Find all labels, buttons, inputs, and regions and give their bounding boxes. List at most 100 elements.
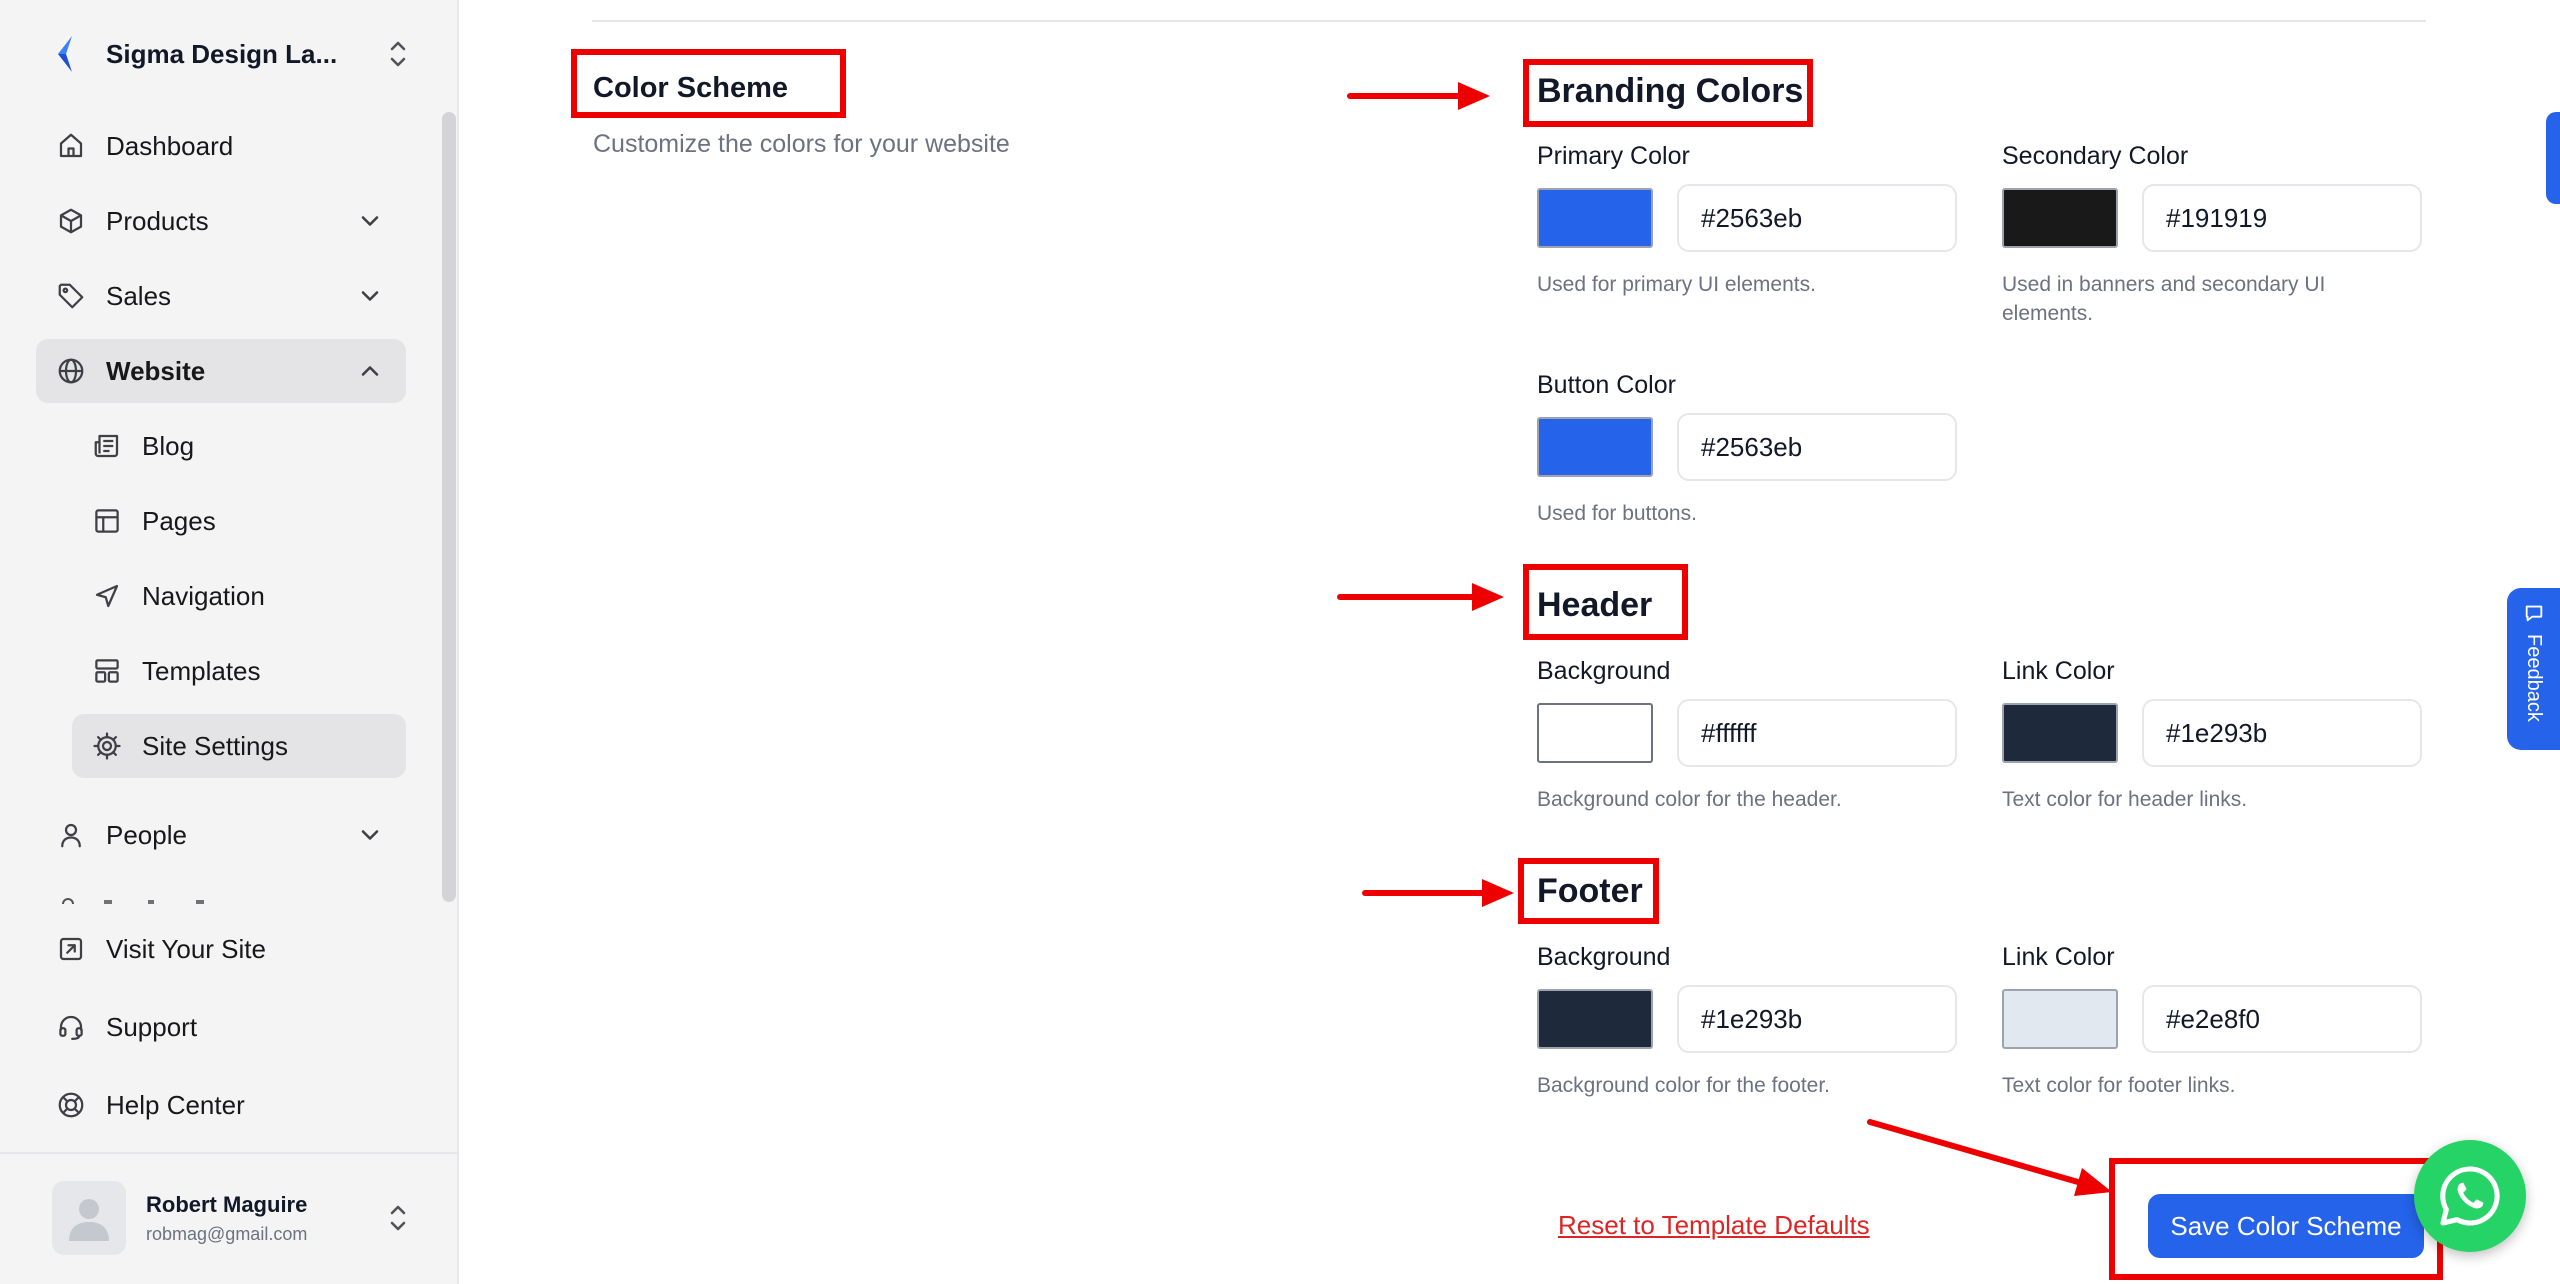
sidebar-item-label: Site Settings <box>142 730 288 761</box>
field-help: Background color for the footer. <box>1537 1074 1831 1097</box>
sidebar-item-help-center[interactable]: Help Center <box>36 1073 406 1137</box>
save-color-scheme-button[interactable]: Save Color Scheme <box>2148 1194 2424 1258</box>
avatar <box>52 1181 126 1255</box>
user-avatar-icon <box>69 1199 109 1241</box>
secondary-color-input[interactable] <box>2142 184 2422 252</box>
field-help: Used for buttons. <box>1537 502 1697 525</box>
section-title: Color Scheme <box>593 72 788 104</box>
sidebar-item-sales[interactable]: Sales <box>36 264 406 328</box>
field-help: Used for primary UI elements. <box>1537 273 1816 296</box>
sidebar-scrollbar[interactable] <box>442 112 456 902</box>
sidebar-item-pages[interactable]: Pages <box>72 489 406 553</box>
header-link-swatch[interactable] <box>2002 703 2118 763</box>
globe-icon <box>58 358 84 384</box>
box-icon <box>59 208 83 234</box>
sidebar-item-label: Support <box>106 1011 198 1042</box>
primary-color-input[interactable] <box>1677 184 1957 252</box>
feedback-label: Feedback <box>2523 634 2545 722</box>
button-color-swatch[interactable] <box>1537 417 1653 477</box>
chevron-up-down-icon <box>390 41 406 67</box>
chevron-down-icon <box>361 830 379 840</box>
newspaper-icon <box>94 434 119 458</box>
header-background-input[interactable] <box>1677 699 1957 767</box>
field-label: Background <box>1537 943 1671 971</box>
sidebar-item-label: Products <box>106 205 209 236</box>
sidebar-item-navigation[interactable]: Navigation <box>72 564 406 628</box>
field-label: Secondary Color <box>2002 142 2189 170</box>
sidebar-item-label: Dashboard <box>106 130 234 161</box>
chat-bubble-icon <box>2525 605 2542 622</box>
lifebuoy-icon <box>58 1092 84 1118</box>
sidebar-item-site-settings[interactable]: Site Settings <box>72 714 406 778</box>
gear-icon <box>93 732 121 760</box>
secondary-color-swatch[interactable] <box>2002 188 2118 248</box>
sidebar-item-visit-site[interactable]: Visit Your Site <box>36 917 406 981</box>
edge-tab[interactable] <box>2546 112 2560 204</box>
field-help: Text color for footer links. <box>2002 1074 2236 1097</box>
footer-link-input[interactable] <box>2142 985 2422 1053</box>
footer-background-field: Background Background color for the foot… <box>1537 943 1957 1100</box>
headset-icon <box>59 1015 83 1040</box>
whatsapp-icon <box>2440 1166 2500 1226</box>
sidebar-item-label: Pages <box>142 505 216 536</box>
field-label: Primary Color <box>1537 142 1690 170</box>
reset-defaults-link[interactable]: Reset to Template Defaults <box>1558 1210 1870 1241</box>
template-icon <box>95 659 119 683</box>
header-link-input[interactable] <box>2142 699 2422 767</box>
brand-logo-icon <box>58 36 72 72</box>
chevron-up-down-icon <box>390 1205 406 1231</box>
sidebar-item-label: Sales <box>106 280 172 311</box>
org-name: Sigma Design La... <box>106 38 338 69</box>
sidebar-item-products[interactable]: Products <box>36 189 406 253</box>
sidebar-item-partial <box>56 890 256 904</box>
chevron-up-icon <box>361 366 379 376</box>
sidebar-item-blog[interactable]: Blog <box>72 414 406 478</box>
field-label: Button Color <box>1537 371 1676 399</box>
header-title: Header <box>1537 586 1653 624</box>
primary-color-swatch[interactable] <box>1537 188 1653 248</box>
field-help: Background color for the header. <box>1537 788 1842 811</box>
sidebar-item-people[interactable]: People <box>36 803 406 867</box>
header-background-swatch[interactable] <box>1537 703 1653 763</box>
footer-background-input[interactable] <box>1677 985 1957 1053</box>
sidebar-item-label: Blog <box>142 430 195 461</box>
footer-background-swatch[interactable] <box>1537 989 1653 1049</box>
sidebar-item-templates[interactable]: Templates <box>72 639 406 703</box>
sidebar-item-label: Visit Your Site <box>106 933 266 964</box>
sidebar-item-website[interactable]: Website <box>36 339 406 403</box>
sidebar-item-support[interactable]: Support <box>36 995 406 1059</box>
primary-color-field: Primary Color Used for primary UI elemen… <box>1537 142 1957 299</box>
external-link-icon <box>59 937 83 961</box>
chevron-down-icon <box>361 291 379 301</box>
home-icon <box>59 133 83 158</box>
sidebar-item-label: Templates <box>142 655 261 686</box>
header-background-field: Background Background color for the head… <box>1537 657 1957 814</box>
field-label: Link Color <box>2002 657 2115 685</box>
navigation-arrow-icon <box>95 584 119 608</box>
user-email: robmag@gmail.com <box>146 1223 308 1244</box>
user-menu[interactable]: Robert Maguire robmag@gmail.com <box>52 1180 412 1256</box>
branding-colors-title: Branding Colors <box>1537 72 1804 110</box>
section-description: Customize the colors for your website <box>593 130 1010 158</box>
header-link-color-field: Link Color Text color for header links. <box>2002 657 2422 814</box>
footer-link-swatch[interactable] <box>2002 989 2118 1049</box>
field-help: Text color for header links. <box>2002 788 2248 811</box>
sidebar-divider <box>0 1152 459 1154</box>
sidebar-item-label: Help Center <box>106 1089 245 1120</box>
user-name: Robert Maguire <box>146 1191 308 1217</box>
section-divider <box>592 20 2426 22</box>
org-switcher[interactable]: Sigma Design La... <box>52 28 412 80</box>
feedback-tab[interactable]: Feedback <box>2507 588 2560 750</box>
button-color-input[interactable] <box>1677 413 1957 481</box>
footer-title: Footer <box>1537 872 1643 910</box>
layout-icon <box>95 509 119 533</box>
chevron-down-icon <box>361 216 379 226</box>
field-label: Background <box>1537 657 1671 685</box>
whatsapp-button[interactable] <box>2414 1140 2526 1252</box>
footer-link-color-field: Link Color Text color for footer links. <box>2002 943 2422 1100</box>
sidebar-item-dashboard[interactable]: Dashboard <box>36 114 406 178</box>
sidebar-item-label: Website <box>106 355 206 386</box>
user-icon <box>61 823 81 848</box>
button-color-field: Button Color Used for buttons. <box>1537 371 1957 528</box>
sidebar-item-label: Navigation <box>142 580 265 611</box>
